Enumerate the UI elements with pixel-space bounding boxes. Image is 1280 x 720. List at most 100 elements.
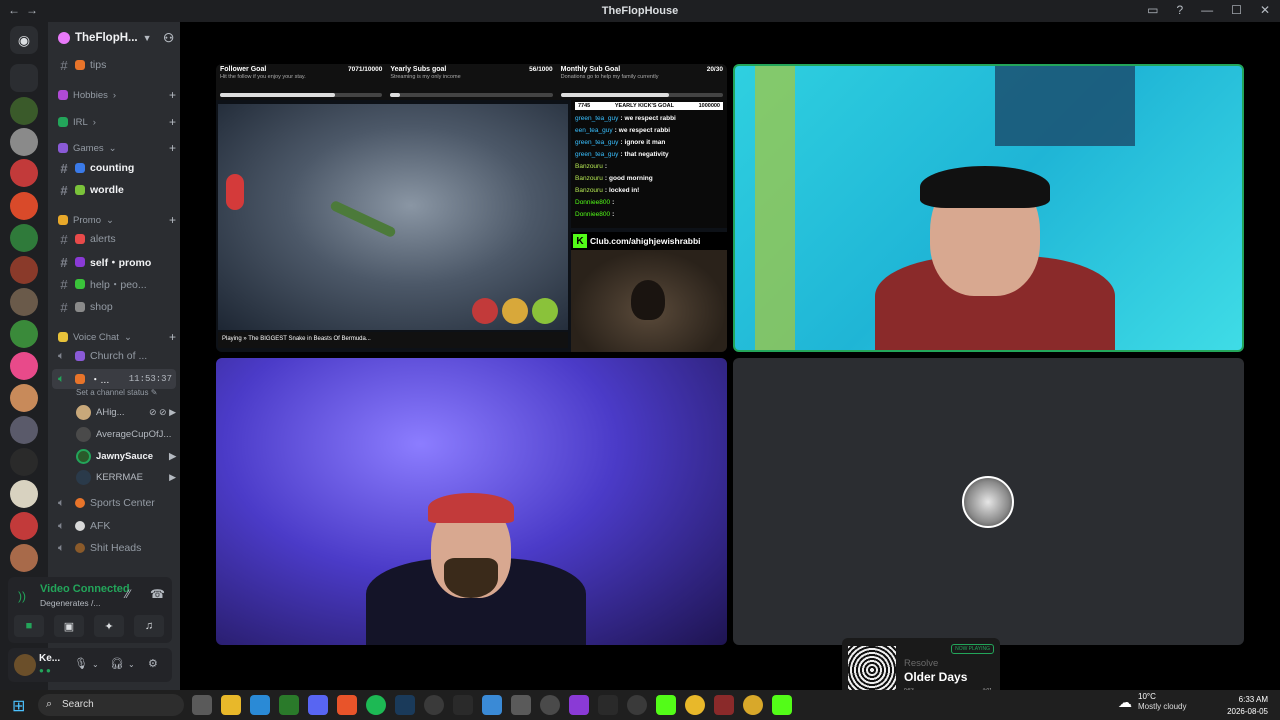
soundboard-button[interactable]: ♫ bbox=[134, 615, 164, 637]
server-badge-icon bbox=[58, 32, 70, 44]
steam-icon[interactable] bbox=[395, 695, 415, 715]
file-explorer-icon[interactable] bbox=[221, 695, 241, 715]
chat-message: Banzouru: good morning bbox=[575, 174, 653, 182]
channel-help[interactable]: # help・peo... bbox=[52, 274, 176, 294]
noise-suppression-icon[interactable]: ⁄⁄ bbox=[126, 587, 130, 601]
windows-start-icon[interactable]: ⊞ bbox=[12, 696, 30, 715]
server-icon[interactable] bbox=[10, 288, 38, 316]
server-icon[interactable] bbox=[10, 416, 38, 444]
brave-icon[interactable] bbox=[337, 695, 357, 715]
discord-home-icon[interactable]: ◉ bbox=[10, 26, 38, 54]
avatar[interactable] bbox=[14, 654, 36, 676]
voice-status[interactable]: Video Connected bbox=[40, 583, 130, 595]
server-icon[interactable] bbox=[10, 97, 38, 125]
voice-active-channel[interactable]: 🔈︎ ・... 11:53:37 bbox=[52, 369, 176, 389]
channel-self-promo[interactable]: # self・promo bbox=[52, 252, 176, 272]
minimize-button[interactable]: — bbox=[1201, 3, 1213, 17]
server-icon[interactable] bbox=[10, 544, 38, 572]
app-icon[interactable] bbox=[540, 695, 560, 715]
app-icon[interactable] bbox=[714, 695, 734, 715]
edge-icon[interactable] bbox=[250, 695, 270, 715]
maximize-button[interactable]: ☐ bbox=[1231, 3, 1242, 17]
server-icon[interactable] bbox=[10, 159, 38, 187]
channel-counting[interactable]: # counting bbox=[52, 158, 176, 178]
stream-tile[interactable]: Follower Goal 7071/10000 Hit the follow … bbox=[216, 64, 727, 352]
category-voice-chat[interactable]: Voice Chat ⌄ + bbox=[52, 327, 176, 347]
webcam-tile-speaking[interactable] bbox=[733, 64, 1244, 352]
category-games[interactable]: Games ⌄ + bbox=[52, 138, 176, 158]
voice-user[interactable]: JawnySauce ▶ bbox=[76, 446, 176, 466]
category-hobbies[interactable]: Hobbies › + bbox=[52, 85, 176, 105]
voice-shit-heads[interactable]: 🔈︎ Shit Heads bbox=[52, 538, 176, 558]
app-icon[interactable] bbox=[569, 695, 589, 715]
chrome-icon[interactable] bbox=[685, 695, 705, 715]
kick-icon[interactable] bbox=[656, 695, 676, 715]
voice-user[interactable]: KERRMAE ▶ bbox=[76, 467, 176, 487]
server-icon[interactable] bbox=[10, 224, 38, 252]
category-irl[interactable]: IRL › + bbox=[52, 112, 176, 132]
server-icon[interactable] bbox=[10, 352, 38, 380]
channel-shop[interactable]: # shop bbox=[52, 297, 176, 317]
webcam-tile[interactable] bbox=[216, 358, 727, 645]
server-icon[interactable] bbox=[10, 128, 38, 156]
voice-user[interactable]: AverageCupOfJ... bbox=[76, 424, 176, 444]
notepad-icon[interactable] bbox=[482, 695, 502, 715]
headphones-icon[interactable]: 🎧︎ bbox=[110, 657, 124, 670]
channel-tips[interactable]: # tips bbox=[52, 55, 176, 75]
activities-button[interactable]: ✦ bbox=[94, 615, 124, 637]
category-icon bbox=[58, 143, 68, 153]
add-member-icon[interactable]: ⚇ bbox=[163, 31, 174, 45]
terminal-icon[interactable] bbox=[598, 695, 618, 715]
server-icon[interactable] bbox=[10, 448, 38, 476]
server-icon[interactable] bbox=[10, 480, 38, 508]
voice-channel-path[interactable]: Degenerates /... bbox=[40, 598, 100, 608]
discord-icon[interactable] bbox=[308, 695, 328, 715]
settings-gear-icon[interactable]: ⚙ bbox=[148, 657, 158, 670]
app-icon[interactable] bbox=[424, 695, 444, 715]
voice-afk[interactable]: 🔈︎ AFK bbox=[52, 516, 176, 536]
server-icon[interactable] bbox=[10, 320, 38, 348]
channel-status-hint[interactable]: Set a channel status ✎ bbox=[76, 388, 157, 397]
add-channel-icon[interactable]: + bbox=[169, 115, 176, 129]
user-name[interactable]: Ke... bbox=[39, 653, 60, 664]
kick-icon[interactable] bbox=[772, 695, 792, 715]
channel-wordle[interactable]: # wordle bbox=[52, 180, 176, 200]
voice-sports-center[interactable]: 🔈︎ Sports Center bbox=[52, 493, 176, 513]
close-button[interactable]: ✕ bbox=[1260, 3, 1270, 17]
taskbar-search[interactable]: ⌕ Search bbox=[38, 694, 184, 716]
calculator-icon[interactable] bbox=[511, 695, 531, 715]
xbox-icon[interactable] bbox=[279, 695, 299, 715]
voice-church[interactable]: 🔈︎ Church of ... bbox=[52, 346, 176, 366]
epic-games-icon[interactable] bbox=[453, 695, 473, 715]
category-promo[interactable]: Promo ⌄ + bbox=[52, 210, 176, 230]
spotify-icon[interactable] bbox=[366, 695, 386, 715]
camera-button[interactable]: ■ bbox=[14, 615, 44, 637]
taskbar-clock[interactable]: 6:33 AM 2026-08-05 bbox=[1227, 694, 1268, 718]
help-icon[interactable]: ? bbox=[1176, 3, 1183, 17]
server-icon[interactable] bbox=[10, 192, 38, 220]
task-view-icon[interactable] bbox=[192, 695, 212, 715]
puzzle-icon bbox=[75, 185, 85, 195]
dm-icon[interactable] bbox=[10, 64, 38, 92]
screen-share-button[interactable]: ▣ bbox=[54, 615, 84, 637]
server-icon[interactable] bbox=[10, 512, 38, 540]
inbox-icon[interactable]: ▭ bbox=[1147, 3, 1158, 17]
server-header[interactable]: TheFlopH... ▼ ⚇ bbox=[48, 22, 180, 54]
speaker-icon: 🔈︎ bbox=[58, 541, 65, 554]
add-channel-icon[interactable]: + bbox=[169, 141, 176, 155]
voice-user[interactable]: AHig... ⊘ ⊘ ▶ bbox=[76, 402, 176, 422]
channel-alerts[interactable]: # alerts bbox=[52, 229, 176, 249]
video-stage: Follower Goal 7071/10000 Hit the follow … bbox=[180, 22, 1280, 690]
server-icon[interactable] bbox=[10, 256, 38, 284]
add-channel-icon[interactable]: + bbox=[169, 88, 176, 102]
chrome-icon[interactable] bbox=[743, 695, 763, 715]
avatar-tile[interactable] bbox=[733, 358, 1244, 645]
disconnect-icon[interactable]: ☎ bbox=[150, 587, 165, 601]
chevron-down-icon[interactable]: ⌄ bbox=[128, 660, 135, 669]
add-channel-icon[interactable]: + bbox=[169, 213, 176, 227]
add-channel-icon[interactable]: + bbox=[169, 330, 176, 344]
server-icon[interactable] bbox=[10, 384, 38, 412]
microphone-icon[interactable]: 🎙︎ bbox=[74, 657, 88, 670]
chevron-down-icon[interactable]: ⌄ bbox=[92, 660, 99, 669]
obs-icon[interactable] bbox=[627, 695, 647, 715]
